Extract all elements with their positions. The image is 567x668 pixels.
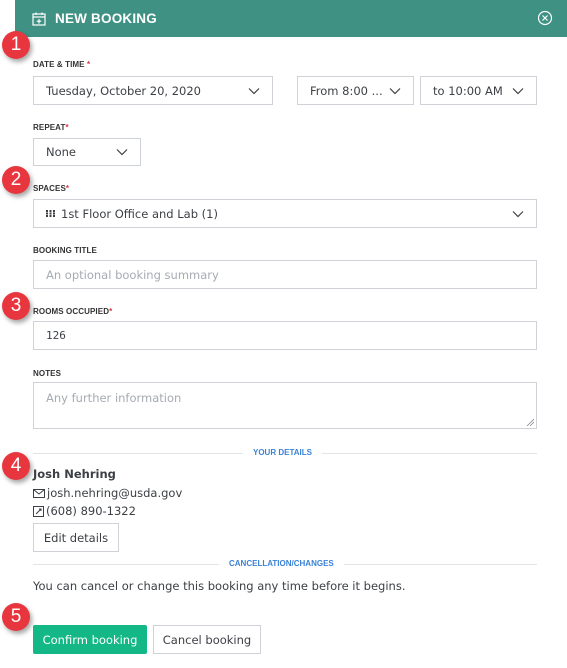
calendar-plus-icon xyxy=(32,12,46,26)
envelope-icon xyxy=(33,488,45,498)
chevron-down-icon xyxy=(512,210,524,217)
start-time-select[interactable]: From 8:00 ... xyxy=(297,76,414,105)
rooms-occupied-input[interactable]: 126 xyxy=(33,321,537,350)
notes-label: NOTES xyxy=(33,369,62,378)
notes-placeholder: Any further information xyxy=(46,391,182,405)
grid-icon xyxy=(46,210,55,217)
date-value: Tuesday, October 20, 2020 xyxy=(46,83,201,98)
user-email: josh.nehring@usda.gov xyxy=(47,486,183,500)
repeat-value: None xyxy=(46,145,77,159)
spaces-label: SPACES* xyxy=(33,184,70,193)
repeat-select[interactable]: None xyxy=(33,138,141,166)
cancellation-heading: CANCELLATION/CHANGES xyxy=(219,559,344,568)
chevron-down-icon xyxy=(116,149,128,156)
booking-title-input[interactable]: An optional booking summary xyxy=(33,260,537,289)
callout-badge: 1 xyxy=(2,31,30,59)
edit-details-button[interactable]: Edit details xyxy=(33,523,119,552)
user-name: Josh Nehring xyxy=(33,467,116,481)
spaces-select[interactable]: 1st Floor Office and Lab (1) xyxy=(33,199,537,228)
user-phone-row: (608) 890-1322 xyxy=(33,504,136,518)
user-phone: (608) 890-1322 xyxy=(46,504,136,518)
end-time-value: to 10:00 AM xyxy=(433,83,503,98)
phone-icon xyxy=(33,505,44,517)
booking-title-label: BOOKING TITLE xyxy=(33,246,97,255)
callout-badge: 3 xyxy=(2,292,30,320)
user-email-row: josh.nehring@usda.gov xyxy=(33,486,182,500)
date-select[interactable]: Tuesday, October 20, 2020 xyxy=(33,76,273,105)
cancellation-text: You can cancel or change this booking an… xyxy=(33,579,406,593)
resize-handle-icon[interactable] xyxy=(526,418,534,426)
dialog-header: NEW BOOKING xyxy=(15,0,567,37)
notes-textarea[interactable]: Any further information xyxy=(33,382,537,429)
spaces-value: 1st Floor Office and Lab (1) xyxy=(61,206,218,221)
repeat-label: REPEAT* xyxy=(33,123,69,132)
callout-badge: 4 xyxy=(2,452,30,480)
rooms-occupied-value: 126 xyxy=(46,329,66,342)
rooms-occupied-label: ROOMS OCCUPIED* xyxy=(33,307,113,316)
end-time-select[interactable]: to 10:00 AM xyxy=(420,76,537,105)
confirm-booking-button[interactable]: Confirm booking xyxy=(33,625,147,654)
chevron-down-icon xyxy=(248,87,260,94)
dialog-title: NEW BOOKING xyxy=(55,11,157,26)
cancel-booking-button[interactable]: Cancel booking xyxy=(153,625,261,654)
start-time-value: From 8:00 ... xyxy=(310,83,383,98)
callout-badge: 5 xyxy=(2,603,30,631)
booking-title-placeholder: An optional booking summary xyxy=(46,267,219,282)
chevron-down-icon xyxy=(389,87,401,94)
date-time-label: DATE & TIME * xyxy=(33,60,91,69)
your-details-heading: YOUR DETAILS xyxy=(243,448,322,457)
callout-badge: 2 xyxy=(2,166,30,194)
chevron-down-icon xyxy=(512,87,524,94)
close-circle-icon[interactable] xyxy=(537,10,553,26)
